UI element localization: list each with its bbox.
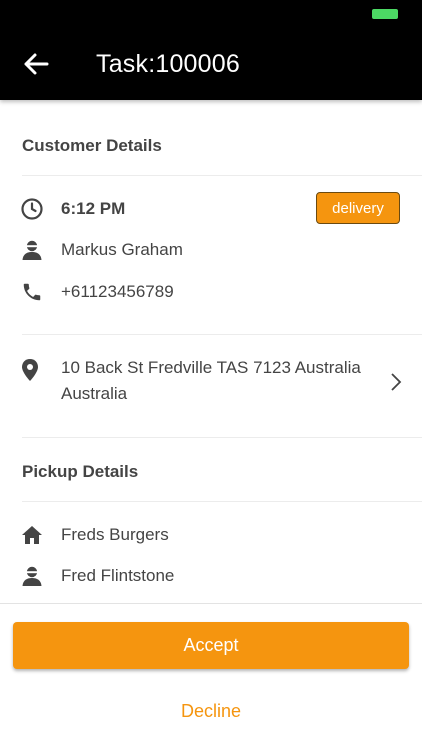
- clock-icon: [20, 197, 44, 221]
- customer-phone-row[interactable]: +61123456789: [20, 277, 402, 307]
- pickup-store-row: Freds Burgers: [20, 520, 402, 550]
- battery-icon: [372, 9, 398, 19]
- delivery-time: 6:12 PM: [61, 199, 126, 218]
- task-type-badge: delivery: [316, 192, 400, 224]
- divider: [22, 334, 422, 335]
- phone-icon: [20, 280, 44, 304]
- accept-button[interactable]: Accept: [13, 622, 409, 669]
- home-icon: [20, 523, 44, 547]
- status-bar: [0, 0, 422, 28]
- customer-name-row: Markus Graham: [20, 235, 402, 265]
- address-row[interactable]: 10 Back St Fredville TAS 7123 Australia …: [20, 355, 402, 411]
- action-footer: Accept Decline: [0, 603, 422, 750]
- decline-button[interactable]: Decline: [0, 696, 422, 726]
- arrow-left-icon: [24, 53, 49, 75]
- divider: [22, 501, 422, 502]
- divider: [22, 175, 422, 176]
- page-title: Task:100006: [96, 49, 240, 78]
- person-icon: [20, 238, 44, 262]
- customer-details-heading: Customer Details: [22, 136, 162, 155]
- customer-address: 10 Back St Fredville TAS 7123 Australia …: [61, 358, 361, 403]
- back-button[interactable]: [14, 42, 58, 86]
- pickup-contact-row: Fred Flintstone: [20, 561, 402, 591]
- customer-phone: +61123456789: [61, 282, 174, 301]
- pickup-store: Freds Burgers: [61, 525, 169, 544]
- customer-name: Markus Graham: [61, 240, 183, 259]
- pickup-contact: Fred Flintstone: [61, 566, 175, 585]
- task-details: Customer Details 6:12 PM delivery Markus…: [0, 100, 422, 603]
- pickup-details-heading: Pickup Details: [22, 462, 139, 481]
- map-pin-icon: [20, 358, 44, 382]
- person-icon: [20, 564, 44, 588]
- chevron-right-icon: [390, 372, 402, 397]
- app-header: Task:100006: [0, 28, 422, 100]
- divider: [22, 437, 422, 438]
